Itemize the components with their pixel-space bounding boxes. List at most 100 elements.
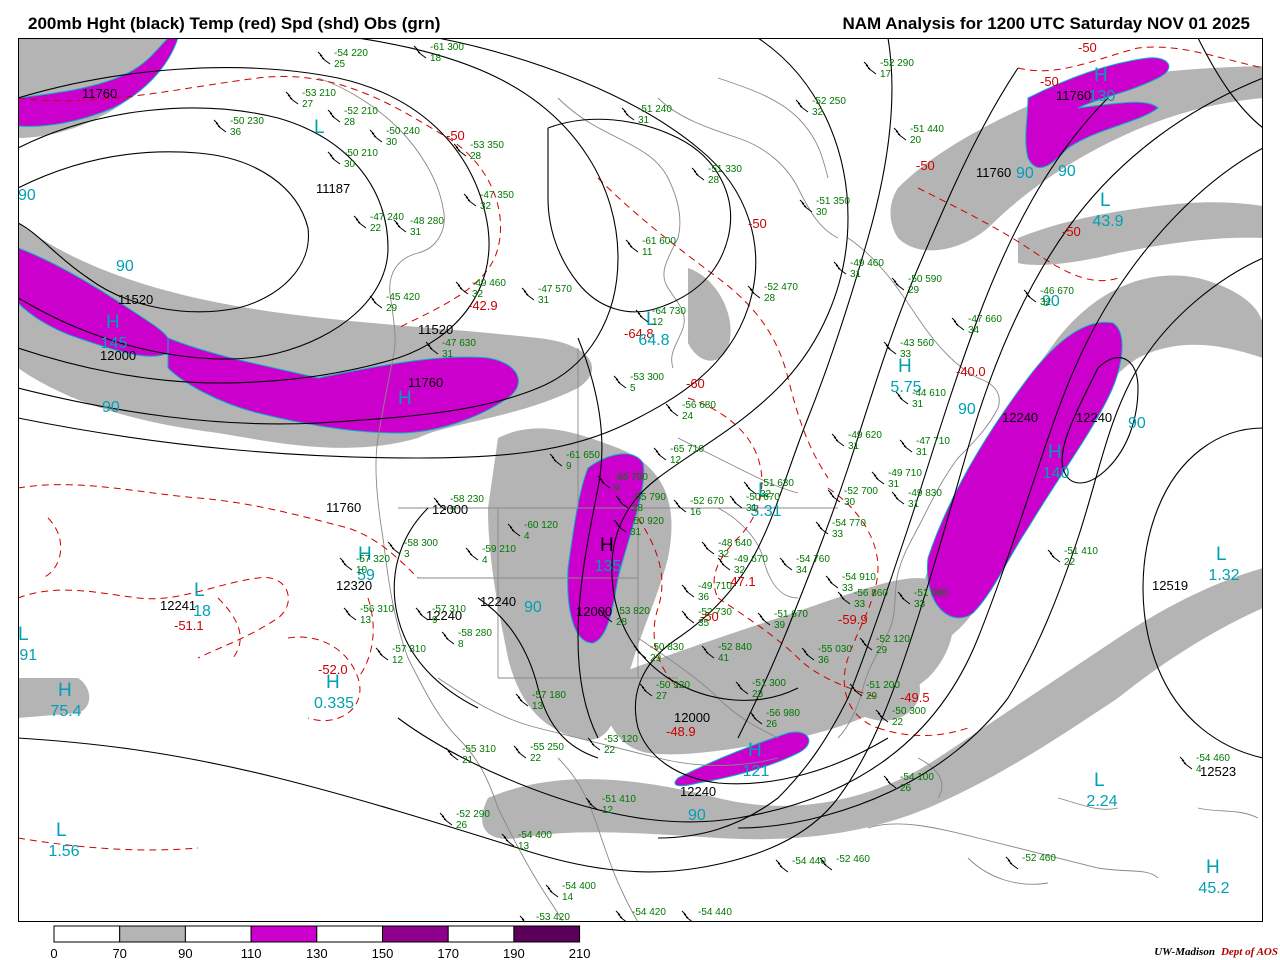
extremum-value: 1.56 [48, 843, 79, 860]
extremum-value: 18 [193, 603, 211, 620]
station-obs-value: -51 410 [1064, 546, 1098, 557]
station-obs-value: -43 560 [900, 338, 934, 349]
station-obs-value: -50 300 [892, 706, 926, 717]
station-obs-dewpoint: 31 [638, 115, 650, 126]
station-obs-dewpoint: 24 [682, 411, 694, 422]
station-obs-value: -50 590 [908, 274, 942, 285]
station-obs-dewpoint: 36 [818, 655, 830, 666]
station-obs-dewpoint: 31 [410, 227, 422, 238]
station-obs-value: -47 240 [370, 212, 404, 223]
colorbar-swatch [316, 925, 383, 943]
station-obs-value: -51 350 [816, 196, 850, 207]
station-obs-value: -49 460 [472, 278, 506, 289]
station-obs-value: -54 440 [698, 907, 732, 918]
station-obs-dewpoint: 21 [462, 755, 474, 766]
station-observation: -54 440 [792, 856, 826, 867]
credit-dept: Dept of AOS [1220, 946, 1278, 958]
height-label: 12000 [576, 604, 612, 619]
extremum-value: 135 [595, 558, 622, 575]
station-obs-value: -50 670 [746, 492, 780, 503]
station-obs-value: -61 650 [566, 450, 600, 461]
station-obs-value: -54 760 [796, 554, 830, 565]
station-obs-dewpoint: 3 [404, 549, 410, 560]
station-obs-dewpoint: 13 [532, 701, 544, 712]
extremum-value: .91 [18, 647, 37, 664]
station-obs-dewpoint: 9 [614, 483, 620, 494]
station-obs-dewpoint: 26 [456, 820, 468, 831]
height-label: 11760 [408, 375, 443, 390]
station-obs-value: -47 630 [442, 338, 476, 349]
station-obs-value: -57 180 [532, 690, 566, 701]
temp-label: -50 [1078, 40, 1097, 55]
high-center-letter: H [1048, 442, 1062, 463]
temp-label: -50 [446, 128, 465, 143]
station-obs-dewpoint: 31 [916, 447, 928, 458]
height-label: 12240 [680, 784, 716, 799]
high-center-letter: H [58, 680, 72, 701]
low-center-letter: L [18, 624, 29, 645]
high-center-letter: H [748, 740, 762, 761]
station-observation: -53 42015 [536, 912, 570, 922]
station-obs-value: -51 080 [914, 588, 948, 599]
high-center-letter: H [1094, 65, 1108, 86]
station-obs-dewpoint: 22 [892, 717, 904, 728]
temp-label: -48.9 [666, 724, 696, 739]
station-obs-value: -44 610 [912, 388, 946, 399]
station-obs-dewpoint: 26 [766, 719, 778, 730]
station-obs-dewpoint: 29 [650, 653, 662, 664]
station-observation: -52 460 [1022, 853, 1056, 864]
station-obs-dewpoint: 32 [718, 549, 730, 560]
station-obs-value: -52 120 [876, 634, 910, 645]
temp-label: -49.5 [900, 690, 930, 705]
station-obs-value: -52 210 [344, 106, 378, 117]
chart-title-left: 200mb Hght (black) Temp (red) Spd (shd) … [28, 14, 441, 33]
height-label: 11187 [316, 181, 350, 196]
station-obs-dewpoint: 18 [430, 53, 442, 64]
station-obs-value: -55 250 [530, 742, 564, 753]
station-obs-value: -55 310 [462, 744, 496, 755]
speed-contour-label: 90 [116, 258, 134, 275]
station-obs-dewpoint: 11 [642, 247, 653, 258]
station-obs-value: -51 200 [866, 680, 900, 691]
colorbar-swatch [250, 925, 318, 943]
station-obs-value: -49 460 [850, 258, 884, 269]
station-obs-dewpoint: 34 [796, 565, 808, 576]
high-center-letter: H [1206, 857, 1220, 878]
speed-contour-label: 90 [524, 599, 542, 616]
colorbar-swatch [513, 925, 581, 943]
height-label: 12240 [1076, 410, 1112, 425]
low-center-letter: L [1216, 544, 1227, 565]
station-obs-dewpoint: 5 [630, 383, 636, 394]
station-obs-dewpoint: 32 [734, 565, 746, 576]
station-obs-dewpoint: 12 [652, 317, 664, 328]
station-obs-value: -59 210 [482, 544, 516, 555]
station-obs-dewpoint: 34 [968, 325, 980, 336]
station-obs-dewpoint: 13 [518, 841, 530, 852]
speed-contour-label: 90 [1058, 163, 1076, 180]
station-obs-value: -53 820 [616, 606, 650, 617]
station-obs-dewpoint: 14 [562, 892, 574, 903]
colorbar-swatch [382, 925, 449, 943]
high-center-letter: H [398, 388, 412, 409]
station-obs-value: -52 460 [836, 854, 870, 865]
station-obs-value: -53 120 [604, 734, 638, 745]
station-obs-dewpoint: 13 [360, 615, 372, 626]
station-obs-value: -50 830 [650, 642, 684, 653]
station-obs-value: -58 300 [404, 538, 438, 549]
temp-label: -59.9 [838, 612, 868, 627]
station-obs-value: -53 420 [536, 912, 570, 922]
station-obs-value: -54 910 [842, 572, 876, 583]
station-obs-value: -56 310 [360, 604, 394, 615]
station-obs-value: -58 280 [458, 628, 492, 639]
speed-contour-label: 90 [18, 187, 36, 204]
station-obs-value: -45 420 [386, 292, 420, 303]
low-center-letter: L [1094, 770, 1105, 791]
station-obs-value: -51 300 [752, 678, 786, 689]
station-obs-value: -53 210 [302, 88, 336, 99]
station-obs-value: -54 420 [632, 907, 666, 918]
station-obs-dewpoint: 23 [752, 689, 764, 700]
colorbar-swatch [119, 925, 186, 943]
station-obs-dewpoint: 32 [812, 107, 824, 118]
extremum-value: 121 [743, 763, 770, 780]
extremum-value: 43.9 [1092, 213, 1123, 230]
